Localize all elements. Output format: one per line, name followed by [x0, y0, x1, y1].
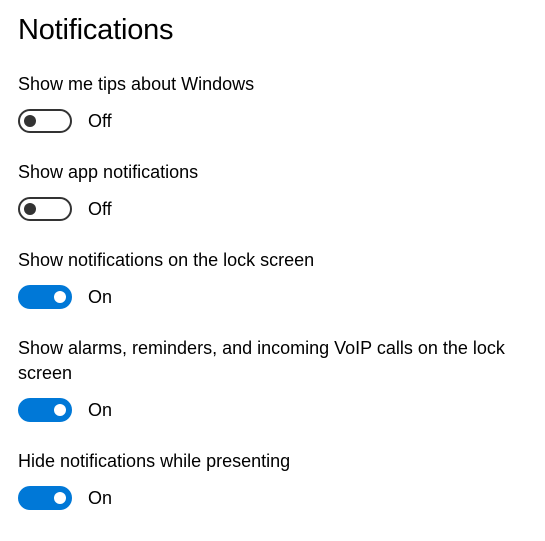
toggle-switch[interactable]: [18, 285, 72, 309]
setting-show-app-notifications: Show app notifications Off: [18, 160, 533, 222]
toggle-switch[interactable]: [18, 398, 72, 422]
toggle-state-text: On: [88, 287, 113, 307]
toggle-switch[interactable]: [18, 197, 72, 221]
toggle-switch[interactable]: [18, 109, 72, 133]
toggle-row: On: [18, 485, 533, 511]
setting-label: Hide notifications while presenting: [18, 451, 291, 471]
toggle-row: Off: [18, 196, 533, 222]
setting-label: Show alarms, reminders, and incoming VoI…: [18, 338, 505, 383]
setting-show-tips: Show me tips about Windows Off: [18, 72, 533, 134]
toggle-row: On: [18, 284, 533, 310]
toggle-state-text: Off: [88, 199, 112, 219]
toggle-switch[interactable]: [18, 486, 72, 510]
setting-hide-while-presenting: Hide notifications while presenting On: [18, 449, 533, 511]
toggle-knob: [54, 291, 66, 303]
toggle-state-text: Off: [88, 111, 112, 131]
toggle-knob: [54, 404, 66, 416]
toggle-row: Off: [18, 108, 533, 134]
setting-label: Show notifications on the lock screen: [18, 250, 315, 270]
setting-lock-screen-notifications: Show notifications on the lock screen On: [18, 248, 533, 310]
setting-alarms-reminders-voip: Show alarms, reminders, and incoming VoI…: [18, 336, 533, 423]
toggle-knob: [24, 203, 36, 215]
page-title: Notifications: [18, 14, 174, 46]
toggle-knob: [54, 492, 66, 504]
setting-label: Show me tips about Windows: [18, 74, 255, 94]
toggle-knob: [24, 115, 36, 127]
toggle-state-text: On: [88, 488, 113, 508]
setting-label: Show app notifications: [18, 162, 199, 182]
toggle-state-text: On: [88, 400, 113, 420]
toggle-row: On: [18, 397, 533, 423]
